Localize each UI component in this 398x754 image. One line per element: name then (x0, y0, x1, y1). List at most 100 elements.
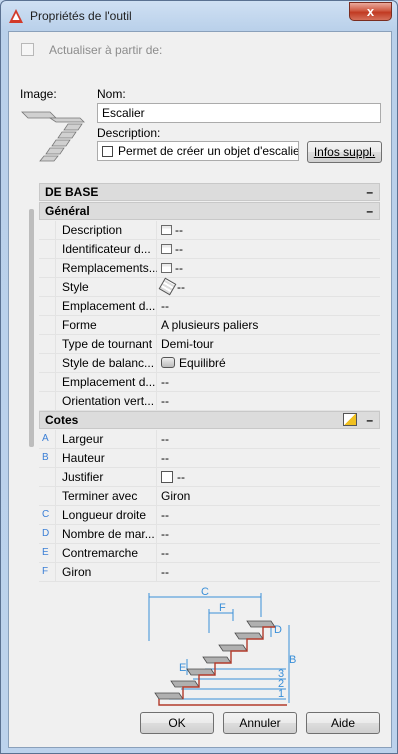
diagram-label-f: F (219, 602, 226, 614)
diagram-label-c: C (201, 586, 209, 598)
name-label: Nom: (97, 87, 126, 101)
property-value[interactable]: Giron (161, 489, 190, 503)
dimension-letter: E (42, 547, 49, 558)
list-icon (161, 263, 172, 273)
property-value[interactable]: -- (161, 508, 169, 522)
row-divider (55, 449, 56, 468)
stair-dimension-diagram: C F D E B 1 2 3 (148, 586, 296, 706)
ok-button[interactable]: OK (140, 712, 214, 734)
title-bar[interactable]: Propriétés de l'outil x (1, 1, 398, 31)
property-row[interactable]: A Largeur -- (39, 430, 380, 449)
row-divider (55, 430, 56, 449)
property-row[interactable]: E Contremarche -- (39, 544, 380, 563)
property-value[interactable]: Equilibré (161, 356, 226, 370)
collapse-icon[interactable]: – (366, 412, 373, 428)
row-divider (55, 335, 56, 354)
diagram-label-e: E (179, 662, 186, 674)
property-row[interactable]: Justifier -- (39, 468, 380, 487)
property-row[interactable]: B Hauteur -- (39, 449, 380, 468)
description-value: Permet de créer un objet d'escalie (118, 144, 299, 158)
description-icon (102, 146, 113, 157)
description-label: Description: (97, 126, 161, 140)
property-value-text: -- (161, 527, 169, 541)
property-row[interactable]: Description -- (39, 221, 380, 240)
property-value[interactable]: -- (161, 299, 169, 313)
dimension-edit-icon[interactable] (343, 413, 357, 426)
property-name: Orientation vert... (62, 394, 155, 408)
property-value-text: -- (175, 261, 183, 275)
property-row[interactable]: F Giron -- (39, 563, 380, 582)
row-divider (55, 544, 56, 563)
property-name: Nombre de mar... (62, 527, 155, 541)
palette-scrollbar[interactable] (29, 209, 34, 447)
property-value-text: -- (161, 565, 169, 579)
property-value[interactable]: A plusieurs paliers (161, 318, 258, 332)
dimension-letter: A (42, 433, 49, 444)
property-row[interactable]: Remplacements... -- (39, 259, 380, 278)
property-name: Terminer avec (62, 489, 138, 503)
help-button[interactable]: Aide (306, 712, 380, 734)
name-field[interactable]: Escalier (97, 103, 381, 123)
property-value-text: -- (175, 223, 183, 237)
cancel-button[interactable]: Annuler (223, 712, 297, 734)
update-label: Actualiser à partir de: (49, 43, 163, 57)
row-divider (55, 354, 56, 373)
section-base-label: DE BASE (45, 185, 99, 199)
property-value[interactable]: -- (161, 432, 169, 446)
description-field[interactable]: Permet de créer un objet d'escalie (97, 141, 299, 161)
row-divider (55, 563, 56, 582)
dimension-letter: F (42, 566, 49, 577)
section-base[interactable]: DE BASE – (39, 183, 380, 201)
section-general[interactable]: Général – (39, 202, 380, 220)
property-name: Forme (62, 318, 97, 332)
property-value[interactable]: Demi-tour (161, 337, 214, 351)
property-value-text: -- (161, 451, 169, 465)
property-row[interactable]: Identificateur d... -- (39, 240, 380, 259)
row-divider (55, 506, 56, 525)
property-value-text: -- (177, 470, 185, 484)
section-cotes[interactable]: Cotes – (39, 411, 380, 429)
property-row[interactable]: Emplacement d... -- (39, 373, 380, 392)
property-value[interactable]: -- (161, 394, 169, 408)
image-label: Image: (20, 87, 57, 101)
update-checkbox[interactable] (21, 43, 34, 56)
property-value[interactable]: -- (158, 277, 185, 296)
property-value[interactable]: -- (161, 223, 183, 237)
row-divider (55, 278, 56, 297)
property-value-text: -- (177, 280, 185, 294)
more-info-button[interactable]: Infos suppl. (307, 141, 382, 163)
property-name: Type de tournant (62, 337, 153, 351)
property-value[interactable]: -- (161, 546, 169, 560)
collapse-icon[interactable]: – (366, 184, 373, 200)
property-row[interactable]: Orientation vert... -- (39, 392, 380, 411)
property-name: Style (62, 280, 89, 294)
property-value[interactable]: -- (161, 527, 169, 541)
row-divider (55, 316, 56, 335)
collapse-icon[interactable]: – (366, 203, 373, 219)
property-value-text: Demi-tour (161, 337, 214, 351)
row-divider (55, 240, 56, 259)
property-row[interactable]: Forme A plusieurs paliers (39, 316, 380, 335)
property-value[interactable]: -- (161, 451, 169, 465)
property-value[interactable]: -- (161, 242, 183, 256)
property-value[interactable]: -- (161, 565, 169, 579)
property-name: Giron (62, 565, 92, 579)
property-row[interactable]: D Nombre de mar... -- (39, 525, 380, 544)
property-row[interactable]: Emplacement d... -- (39, 297, 380, 316)
property-value[interactable]: -- (161, 470, 185, 484)
close-button[interactable]: x (349, 2, 392, 21)
property-value[interactable]: -- (161, 375, 169, 389)
property-row[interactable]: C Longueur droite -- (39, 506, 380, 525)
property-grid: DE BASE – Général – Description -- Identific… (39, 183, 380, 615)
property-value-text: -- (161, 546, 169, 560)
property-row[interactable]: Style de balanc... Equilibré (39, 354, 380, 373)
justify-checkbox[interactable] (161, 471, 173, 483)
property-row[interactable]: Terminer avec Giron (39, 487, 380, 506)
property-row[interactable]: Type de tournant Demi-tour (39, 335, 380, 354)
property-value[interactable]: -- (161, 261, 183, 275)
property-row[interactable]: Style -- (39, 277, 380, 297)
property-value-text: -- (161, 508, 169, 522)
property-name: Largeur (62, 432, 104, 446)
balance-icon (161, 357, 175, 368)
property-name: Emplacement d... (62, 299, 156, 313)
